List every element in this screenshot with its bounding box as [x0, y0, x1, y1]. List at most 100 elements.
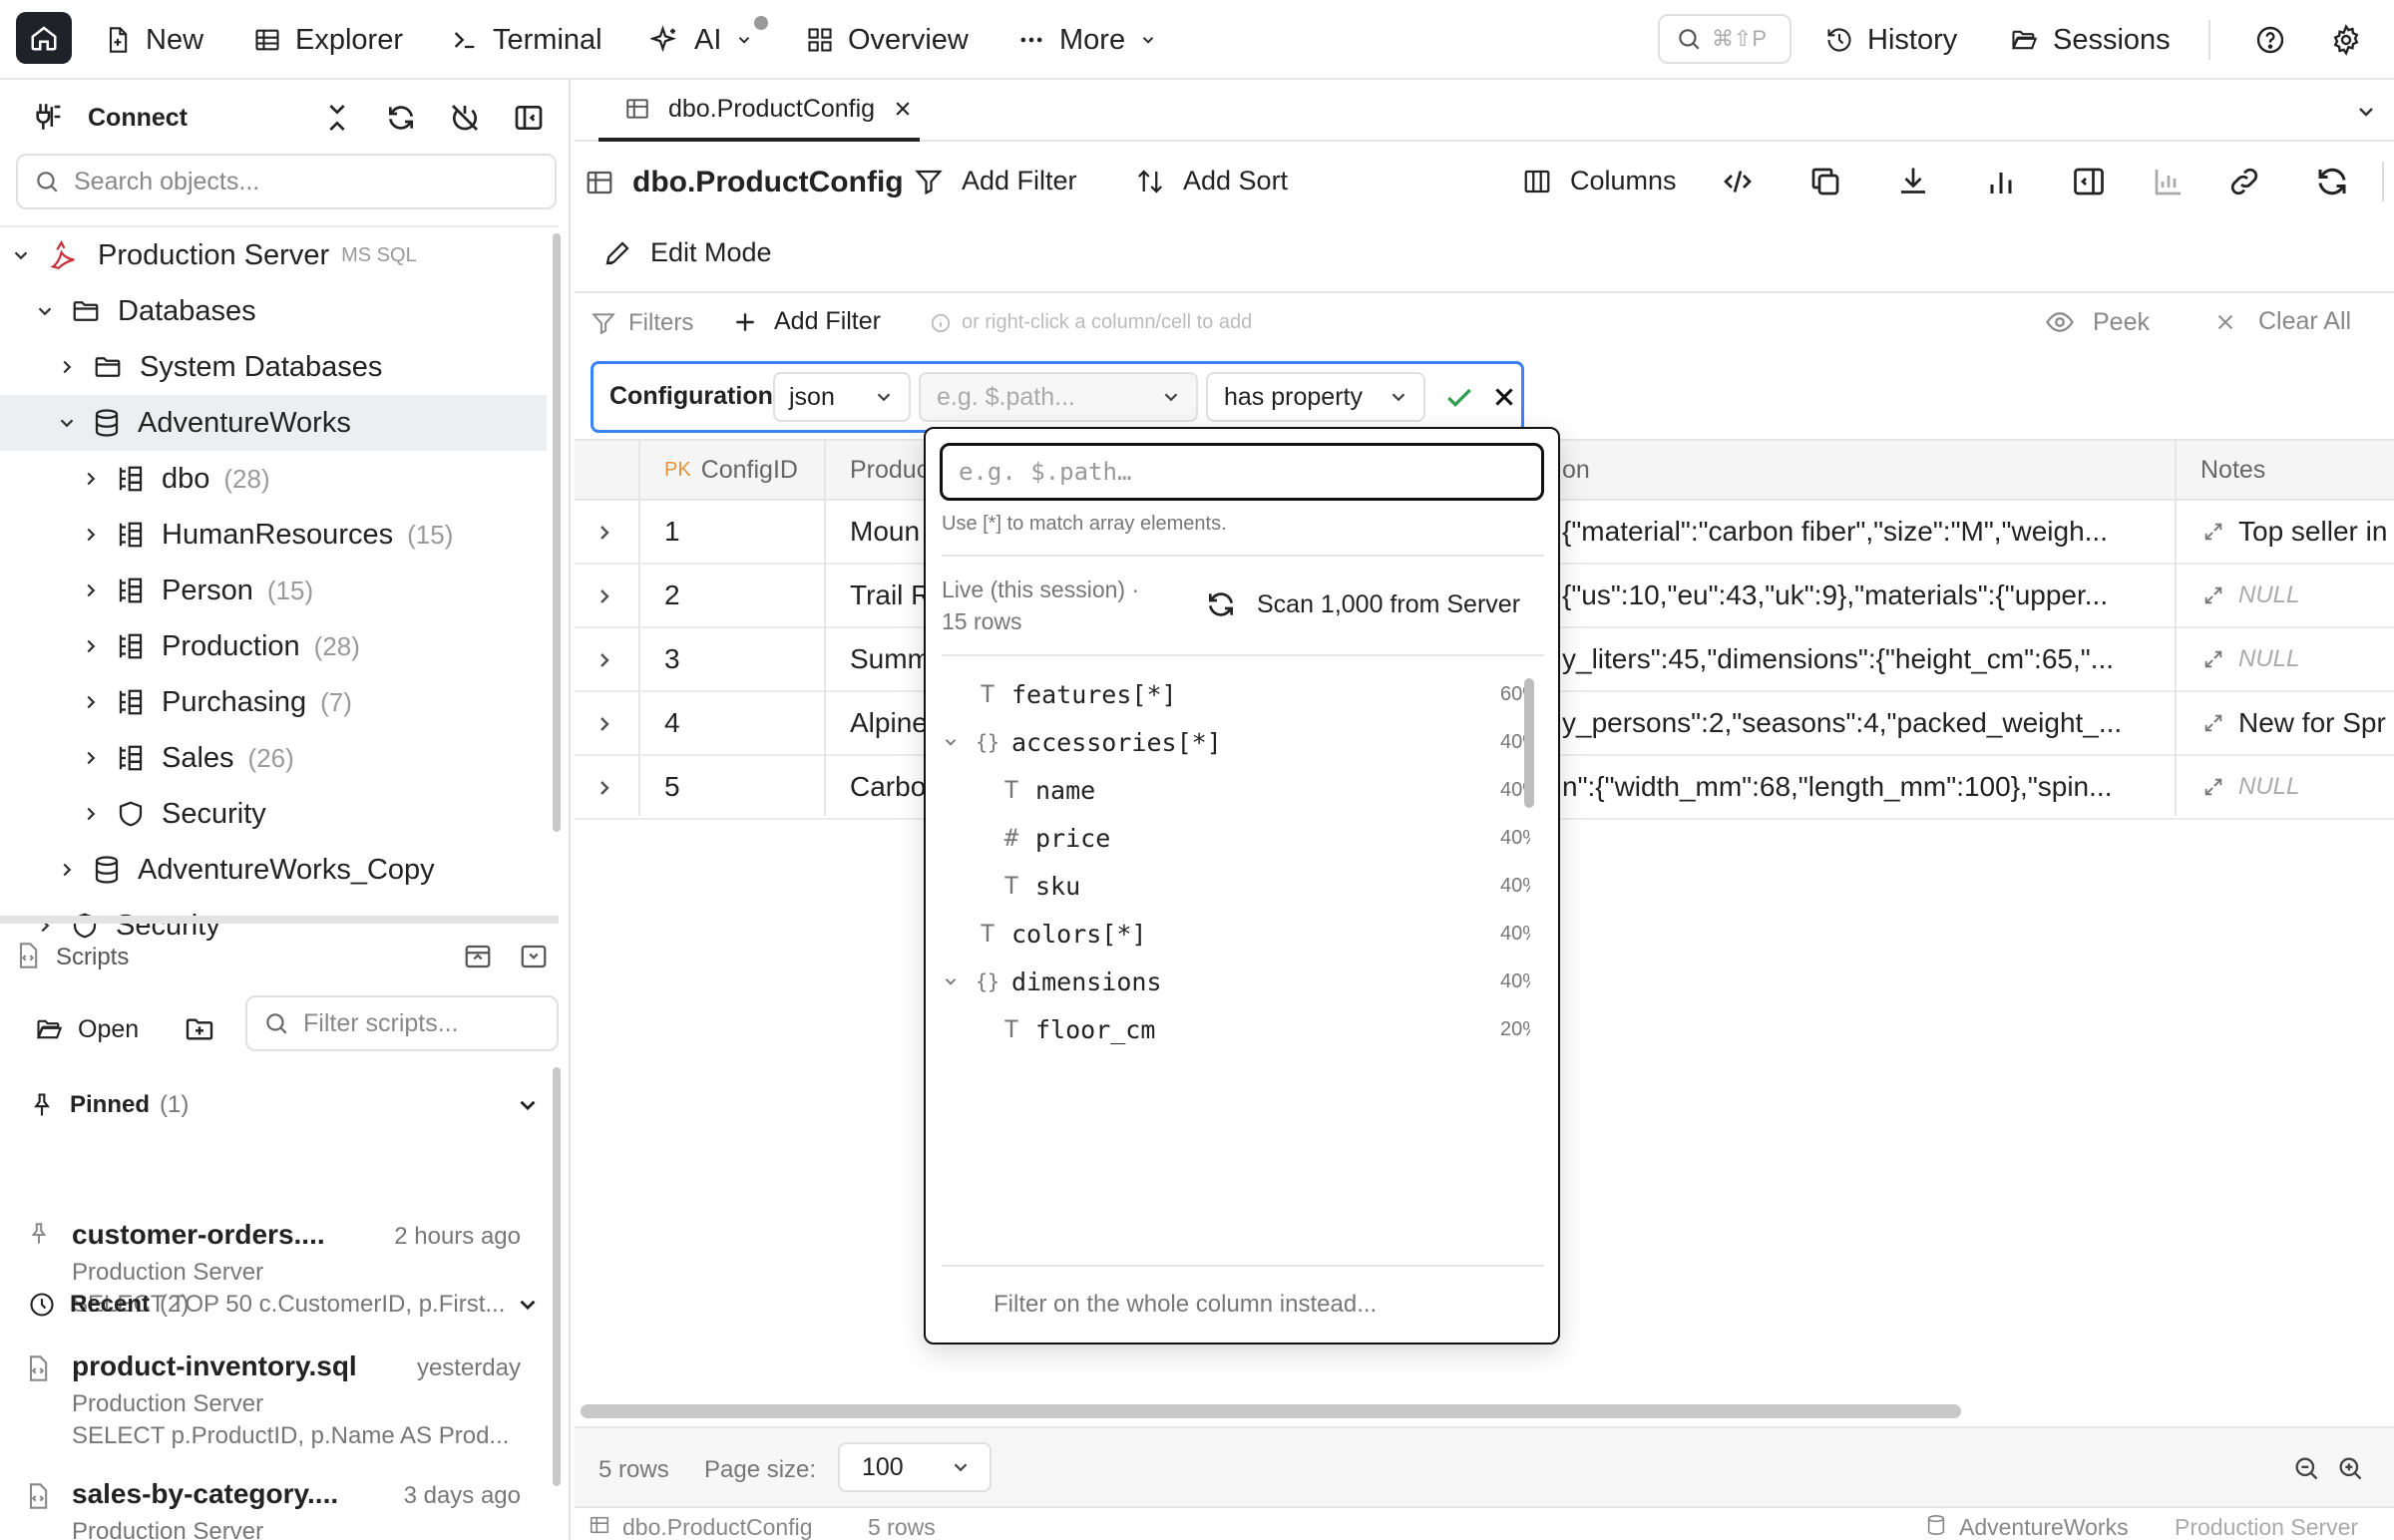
expand-icon[interactable] — [2202, 521, 2224, 543]
add-sort-button[interactable]: Add Sort — [1135, 166, 1288, 196]
filter-whole-column-option[interactable]: Filter on the whole column instead... — [994, 1291, 1377, 1319]
pinned-section-header[interactable]: Pinned (1) — [28, 1077, 536, 1133]
cell-notes[interactable]: Top seller in — [2202, 501, 2394, 563]
filter-type-select[interactable]: json — [773, 372, 911, 422]
chevron-right-icon[interactable] — [593, 776, 616, 800]
collapse-panel-icon[interactable] — [463, 942, 493, 971]
path-list-scrollbar[interactable] — [1524, 678, 1534, 808]
expand-icon[interactable] — [2202, 648, 2224, 670]
json-path-option[interactable]: {}accessories[*]40% — [942, 718, 1530, 766]
json-path-option[interactable]: Tname40% — [942, 766, 1530, 814]
filter-path-select[interactable]: e.g. $.path... — [919, 372, 1198, 422]
json-path-input[interactable]: e.g. $.path… — [940, 443, 1544, 501]
tab-productconfig[interactable]: dbo.ProductConfig — [598, 80, 920, 142]
expand-panel-icon[interactable] — [519, 942, 549, 971]
search-objects-input[interactable]: Search objects... — [16, 154, 557, 209]
ai-button[interactable]: AI — [650, 0, 753, 80]
edit-mode-button[interactable]: Edit Mode — [602, 237, 772, 268]
script-item-recent[interactable]: product-inventory.sql yesterday Producti… — [0, 1339, 559, 1458]
tree-scrollbar[interactable] — [553, 233, 561, 832]
cell-configid[interactable]: 5 — [664, 756, 680, 818]
zoom-in-icon[interactable] — [2336, 1454, 2364, 1482]
json-path-option[interactable]: Tfeatures[*]60% — [942, 670, 1530, 718]
tree-item-server[interactable]: Production Server MS SQL — [0, 227, 547, 283]
expand-icon[interactable] — [2202, 584, 2224, 606]
home-button[interactable] — [16, 12, 72, 64]
close-icon[interactable] — [1491, 384, 1517, 410]
scan-server-button[interactable]: Scan 1,000 from Server — [1205, 588, 1520, 620]
filter-operator-select[interactable]: has property — [1206, 372, 1425, 422]
chevron-down-icon[interactable] — [942, 972, 960, 990]
page-size-select[interactable]: 100 — [838, 1442, 992, 1492]
cell-notes[interactable]: New for Spr — [2202, 692, 2394, 754]
link-icon[interactable] — [2226, 164, 2262, 199]
peek-button[interactable]: Peek — [2045, 307, 2150, 337]
header-product[interactable]: Produc — [850, 439, 929, 501]
collapse-all-icon[interactable] — [321, 102, 353, 134]
tree-item-security[interactable]: Security — [0, 786, 547, 842]
header-notes[interactable]: Notes — [2200, 439, 2265, 501]
columns-button[interactable]: Columns — [1522, 166, 1677, 196]
help-button[interactable] — [2250, 20, 2290, 60]
filterbar-add-filter-button[interactable]: Add Filter — [732, 307, 881, 336]
cell-configuration[interactable]: n":{"width_mm":68,"length_mm":100},"spin… — [1562, 756, 2173, 818]
expand-icon[interactable] — [2202, 712, 2224, 734]
recent-section-header[interactable]: Recent (2) — [28, 1277, 536, 1333]
chevron-right-icon[interactable] — [593, 521, 616, 545]
header-configid[interactable]: PK ConfigID — [664, 439, 798, 501]
terminal-button[interactable]: Terminal — [451, 0, 602, 80]
tree-item-schema[interactable]: Person (15) — [0, 563, 547, 618]
json-path-option[interactable]: # price 40% — [942, 814, 1530, 862]
tree-item-schema[interactable]: dbo (28) — [0, 451, 547, 507]
chevron-right-icon[interactable] — [593, 648, 616, 672]
cell-configid[interactable]: 4 — [664, 692, 680, 754]
overview-button[interactable]: Overview — [806, 0, 969, 80]
cell-configid[interactable]: 1 — [664, 501, 680, 563]
scripts-scrollbar[interactable] — [553, 1067, 561, 1486]
script-item-recent[interactable]: sales-by-category.... 3 days ago Product… — [0, 1466, 559, 1540]
copy-icon[interactable] — [1807, 164, 1843, 199]
json-path-option[interactable]: Tcolors[*] 40% — [942, 910, 1530, 958]
panel-toggle-icon[interactable] — [2071, 164, 2107, 199]
cell-notes[interactable]: NULL — [2202, 628, 2394, 690]
cell-notes[interactable]: NULL — [2202, 565, 2394, 626]
tree-item-databases[interactable]: Databases — [0, 283, 547, 339]
tree-item-schema[interactable]: Purchasing (7) — [0, 674, 547, 730]
filter-scripts-input[interactable]: Filter scripts... — [245, 995, 559, 1051]
cell-configid[interactable]: 2 — [664, 565, 680, 626]
add-filter-button[interactable]: Add Filter — [914, 166, 1077, 196]
tree-item-schema[interactable]: HumanResources (15) — [0, 507, 547, 563]
chevron-right-icon[interactable] — [593, 584, 616, 608]
horizontal-scrollbar[interactable] — [581, 1404, 1961, 1418]
chart-alt-icon[interactable] — [2151, 164, 2187, 199]
cell-configuration[interactable]: y_persons":2,"seasons":4,"packed_weight_… — [1562, 692, 2173, 754]
zoom-out-icon[interactable] — [2292, 1454, 2320, 1482]
refresh-icon[interactable] — [2314, 164, 2350, 199]
apply-check-icon[interactable] — [1443, 382, 1475, 414]
close-icon[interactable] — [893, 99, 913, 119]
sessions-button[interactable]: Sessions — [2009, 0, 2171, 80]
chevron-down-icon[interactable] — [2354, 100, 2378, 124]
chevron-down-icon[interactable] — [942, 733, 960, 751]
cell-configuration[interactable]: {"us":10,"eu":43,"uk":9},"materials":{"u… — [1562, 565, 2173, 626]
history-button[interactable]: History — [1825, 0, 1957, 80]
expand-icon[interactable] — [2202, 776, 2224, 798]
tree-item-adventureworks[interactable]: AdventureWorks — [0, 395, 547, 451]
cell-configuration[interactable]: y_liters":45,"dimensions":{"height_cm":6… — [1562, 628, 2173, 690]
open-script-button[interactable]: Open — [34, 1003, 139, 1055]
refresh-icon[interactable] — [385, 102, 417, 134]
new-button[interactable]: New — [104, 0, 203, 80]
chart-icon[interactable] — [1983, 164, 2019, 199]
explorer-button[interactable]: Explorer — [253, 0, 403, 80]
json-path-option[interactable]: Tfloor_cm 20% — [942, 1005, 1530, 1049]
code-icon[interactable] — [1720, 164, 1756, 199]
tree-item-schema[interactable]: Sales (26) — [0, 730, 547, 786]
new-folder-icon[interactable] — [184, 1013, 215, 1045]
command-search[interactable]: ⌘⇧P — [1658, 14, 1792, 64]
settings-button[interactable] — [2326, 20, 2366, 60]
download-icon[interactable] — [1895, 164, 1931, 199]
chevron-right-icon[interactable] — [593, 712, 616, 736]
tree-item-schema[interactable]: Production (28) — [0, 618, 547, 674]
json-path-option[interactable]: {} dimensions 40% — [942, 958, 1530, 1005]
tree-item-system-databases[interactable]: System Databases — [0, 339, 547, 395]
